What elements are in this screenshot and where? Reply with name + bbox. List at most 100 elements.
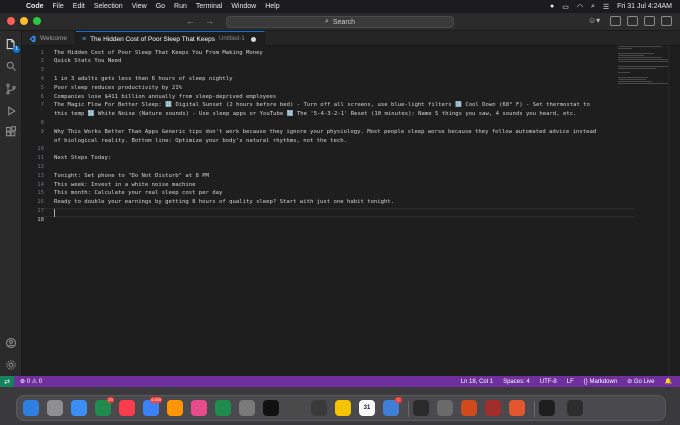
- activity-icon[interactable]: [437, 400, 453, 416]
- safari-icon[interactable]: [71, 400, 87, 416]
- problems-indicator[interactable]: ⊗ 0 ⚠ 0: [20, 378, 42, 385]
- current-line-highlight: [44, 208, 634, 217]
- code-line[interactable]: This week: Invest in a white noise machi…: [54, 181, 195, 190]
- code-line[interactable]: Tonight: Set phone to "Do Not Disturb" a…: [54, 172, 209, 181]
- vscode-icon[interactable]: [485, 400, 501, 416]
- code-line[interactable]: The Magic Flow For Better Sleep: 🔢 Digit…: [54, 101, 590, 110]
- brave-icon[interactable]: [461, 400, 477, 416]
- command-center-search[interactable]: ⌕ Search: [226, 16, 454, 28]
- keynote-icon[interactable]: [335, 400, 351, 416]
- indentation-setting[interactable]: Spaces: 4: [503, 379, 530, 385]
- code-line[interactable]: The Hidden Cost of Poor Sleep That Keeps…: [54, 49, 263, 58]
- menu-app-name[interactable]: Code: [26, 3, 44, 10]
- zoom-window-button[interactable]: [33, 17, 41, 25]
- menu-window[interactable]: Window: [231, 3, 256, 10]
- line-number: [22, 137, 44, 146]
- mail-icon[interactable]: 4,685: [143, 397, 162, 416]
- battery-icon[interactable]: ▭: [562, 3, 569, 11]
- code-line[interactable]: Companies lose $411 billion annually fro…: [54, 93, 276, 102]
- close-window-button[interactable]: [7, 17, 15, 25]
- editor-scrollbar[interactable]: [668, 46, 680, 376]
- menu-run[interactable]: Run: [174, 3, 187, 10]
- trash-icon[interactable]: [567, 400, 583, 416]
- editor-area[interactable]: 1 2 3 4 5 6 7 8 9 10 11 12 13 14 15 16 17 18 The Hidden C…: [22, 46, 680, 376]
- menu-selection[interactable]: Selection: [94, 3, 123, 10]
- control-center-icon[interactable]: ☰: [603, 3, 609, 11]
- line-number: [22, 110, 44, 119]
- search-view-icon[interactable]: [3, 58, 19, 74]
- menu-help[interactable]: Help: [265, 3, 279, 10]
- maps-icon[interactable]: [215, 400, 231, 416]
- chatgpt-icon[interactable]: [509, 400, 525, 416]
- cursor-position[interactable]: Ln 18, Col 1: [461, 379, 493, 385]
- customize-layout-icon[interactable]: [661, 16, 672, 26]
- photos-icon[interactable]: [167, 400, 183, 416]
- line-number: 10: [37, 146, 44, 153]
- file-encoding[interactable]: UTF-8: [540, 379, 557, 385]
- dock-separator: [534, 401, 535, 417]
- menu-terminal[interactable]: Terminal: [196, 3, 222, 10]
- toggle-secondary-sidebar-icon[interactable]: [644, 16, 655, 26]
- remote-indicator-icon[interactable]: ⇄: [0, 376, 14, 387]
- code-line[interactable]: of biological reality. Bottom line: Opti…: [54, 137, 347, 146]
- forward-arrow-icon[interactable]: →: [205, 16, 214, 26]
- menu-view[interactable]: View: [132, 3, 147, 10]
- notes-icon[interactable]: [263, 400, 279, 416]
- line-number-gutter: 1 2 3 4 5 6 7 8 9 10 11 12 13 14 15 16 17 18: [22, 46, 44, 376]
- stocks-icon[interactable]: [311, 400, 327, 416]
- status-bar: ⇄ ⊗ 0 ⚠ 0 Ln 18, Col 1 Spaces: 4 UTF-8 L…: [0, 376, 680, 387]
- minimize-window-button[interactable]: [20, 17, 28, 25]
- code-line[interactable]: 1 in 3 adults gets less than 6 hours of …: [54, 75, 233, 84]
- wifi-icon[interactable]: ◠: [577, 3, 583, 11]
- accounts-icon[interactable]: [3, 335, 19, 351]
- code-line[interactable]: Ready to double your earnings by getting…: [54, 198, 394, 207]
- spotlight-icon[interactable]: ⌕: [591, 3, 595, 11]
- toggle-sidebar-icon[interactable]: [610, 16, 621, 26]
- calendar-icon[interactable]: 31: [359, 400, 375, 416]
- line-number: 16: [37, 199, 44, 206]
- code-line[interactable]: This month: Calculate your real sleep co…: [54, 189, 222, 198]
- code-line[interactable]: Next Steps Today:: [54, 154, 111, 163]
- source-control-icon[interactable]: [3, 81, 19, 97]
- finder-icon[interactable]: [23, 400, 39, 416]
- code-line[interactable]: this temp 🔢 White Noise (Nature sounds) …: [54, 110, 576, 119]
- markdown-file-icon: ≡: [81, 35, 87, 43]
- code-line[interactable]: Why This Works Better Than Apps Generic …: [54, 128, 596, 137]
- unsaved-dot-icon[interactable]: [250, 36, 256, 42]
- reminders-icon[interactable]: [287, 400, 303, 416]
- launchpad-icon[interactable]: [47, 400, 63, 416]
- back-arrow-icon[interactable]: ←: [186, 16, 195, 26]
- settings-icon[interactable]: 1: [383, 397, 402, 416]
- extensions-icon[interactable]: [3, 124, 19, 140]
- line-number: 12: [37, 163, 44, 170]
- menubar-clock[interactable]: Fri 31 Jul 4:24AM: [617, 3, 672, 10]
- messages-icon[interactable]: 33: [95, 397, 114, 416]
- dock: 33 4,685 31 1: [16, 395, 666, 421]
- copilot-icon[interactable]: ☺▾: [588, 16, 604, 26]
- music-icon[interactable]: [119, 400, 135, 416]
- line-number: 4: [40, 75, 44, 82]
- line-number: 15: [37, 190, 44, 197]
- tab-untitled-1[interactable]: ≡ The Hidden Cost of Poor Sleep That Kee…: [75, 31, 265, 46]
- manage-gear-icon[interactable]: [3, 357, 19, 373]
- downloads-icon[interactable]: [539, 400, 555, 416]
- record-icon[interactable]: ●: [550, 3, 554, 10]
- code-line[interactable]: Poor sleep reduces productivity by 21%: [54, 84, 182, 93]
- minimap[interactable]: [618, 46, 668, 86]
- code-line[interactable]: Quick Stats You Need: [54, 57, 121, 66]
- notifications-bell-icon[interactable]: 🔔: [665, 378, 672, 385]
- tv-icon[interactable]: [239, 400, 255, 416]
- go-live-button[interactable]: ⊘ Go Live: [627, 378, 654, 385]
- run-debug-icon[interactable]: [3, 103, 19, 119]
- menu-edit[interactable]: Edit: [73, 3, 85, 10]
- menu-go[interactable]: Go: [156, 3, 165, 10]
- terminal-icon[interactable]: [413, 400, 429, 416]
- language-mode[interactable]: {} Markdown: [584, 379, 617, 385]
- tab-welcome[interactable]: Welcome: [22, 31, 76, 46]
- menu-file[interactable]: File: [53, 3, 64, 10]
- facetime-icon[interactable]: [191, 400, 207, 416]
- toggle-panel-icon[interactable]: [627, 16, 638, 26]
- end-of-line[interactable]: LF: [567, 379, 574, 385]
- settings-badge: 1: [395, 397, 402, 403]
- explorer-icon[interactable]: 1: [3, 36, 20, 53]
